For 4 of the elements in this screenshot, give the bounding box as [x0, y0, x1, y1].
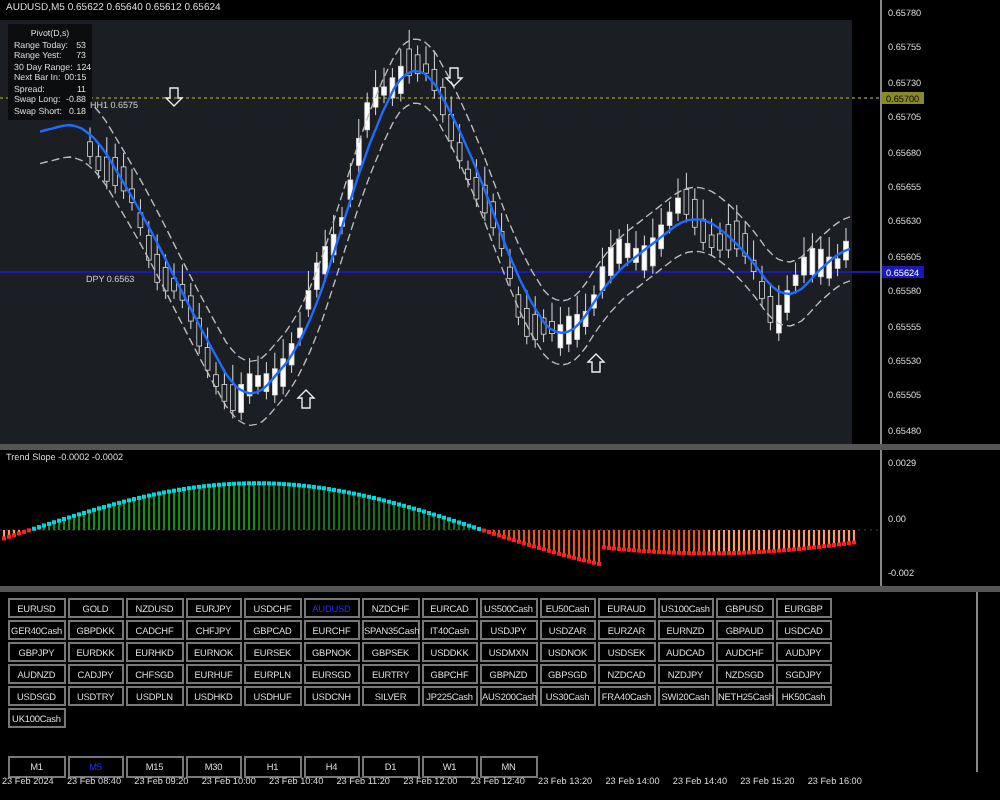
down-arrow-icon — [164, 87, 184, 107]
down-arrow-icon — [444, 67, 464, 87]
up-arrow-icon — [586, 353, 606, 373]
up-arrow-icon — [296, 389, 316, 409]
